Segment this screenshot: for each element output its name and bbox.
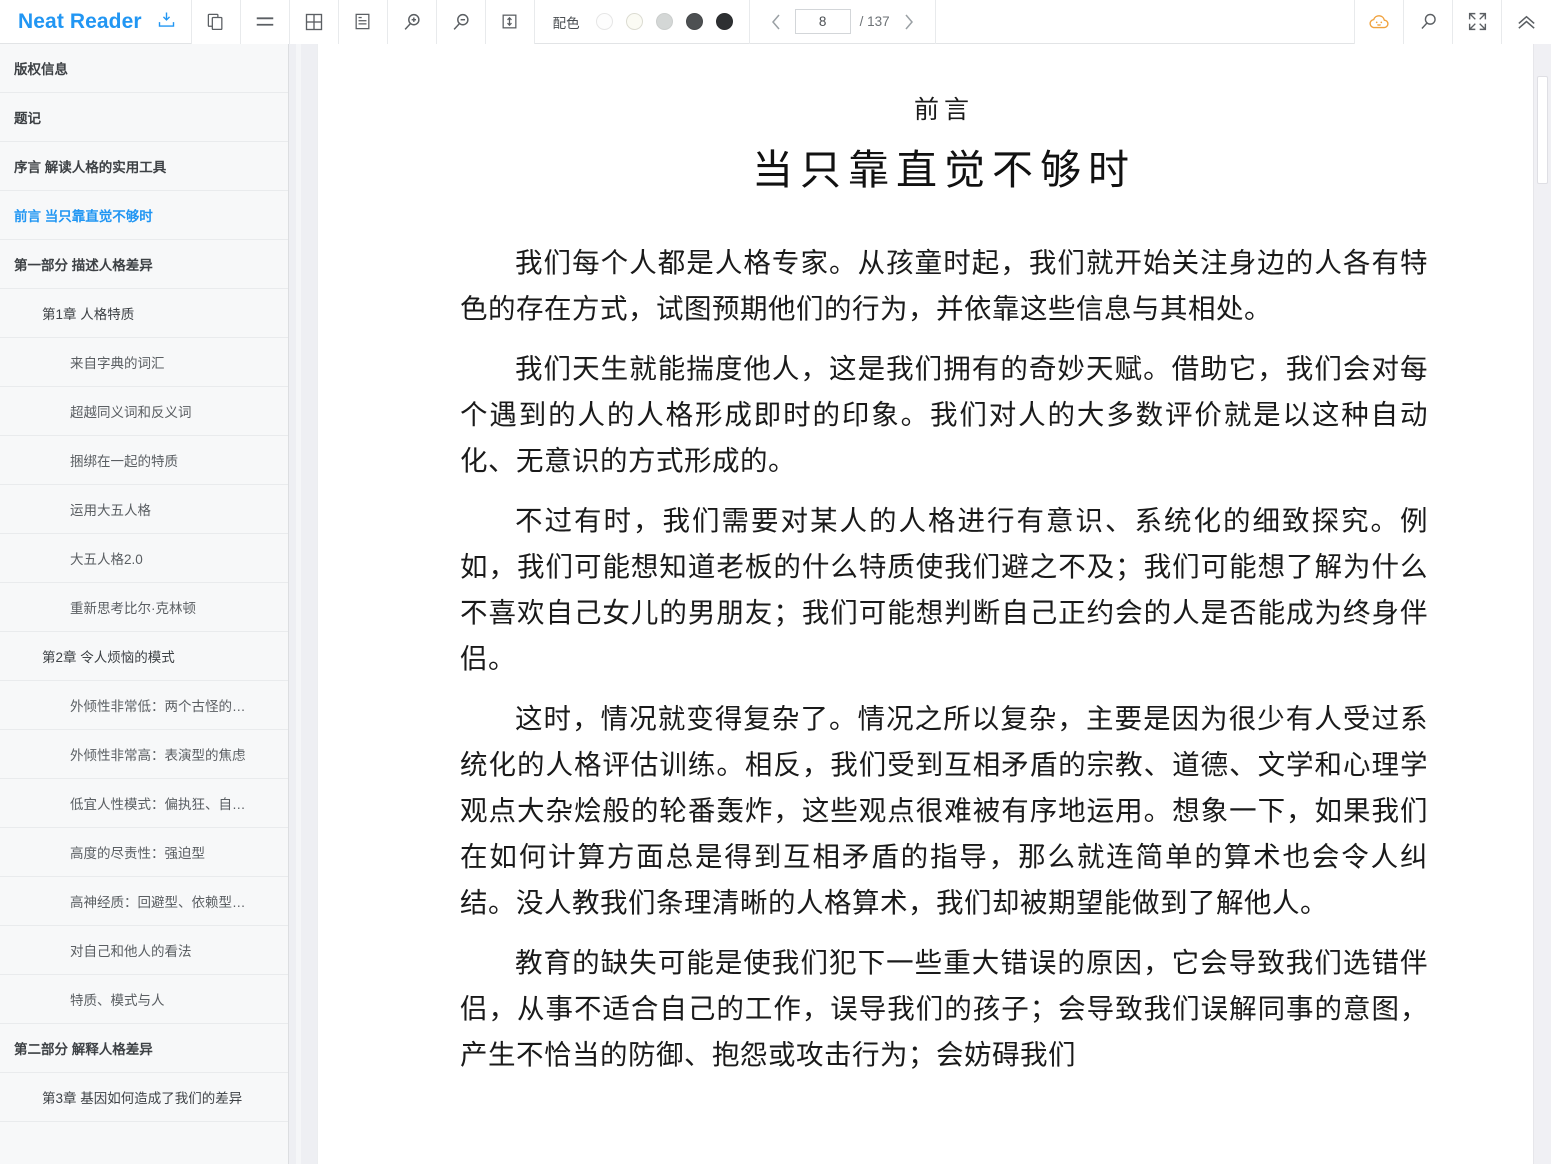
sidebar-item-label: 第一部分 描述人格差异 xyxy=(14,258,153,273)
page-total-label: / 137 xyxy=(859,14,890,29)
sidebar-item-label: 高神经质：回避型、依赖型… xyxy=(70,895,246,910)
book-page: 前言 当只靠直觉不够时 我们每个人都是人格专家。从孩童时起，我们就开始关注身边的… xyxy=(318,44,1533,1078)
sidebar-item-label: 题记 xyxy=(14,111,41,126)
sidebar-item-label: 第1章 人格特质 xyxy=(42,307,135,322)
sidebar-item-21[interactable]: 第3章 基因如何造成了我们的差异 xyxy=(0,1073,288,1122)
sidebar-item-18[interactable]: 对自己和他人的看法 xyxy=(0,926,288,975)
sidebar-item-label: 重新思考比尔·克林顿 xyxy=(70,601,196,616)
collapse-arrows-icon[interactable] xyxy=(1453,0,1502,44)
color-scheme-label: 配色 xyxy=(552,15,580,31)
sidebar-item-2[interactable]: 序言 解读人格的实用工具 xyxy=(0,142,288,191)
line-height-icon[interactable] xyxy=(485,0,535,44)
swatch-white[interactable] xyxy=(595,13,613,30)
sidebar-item-label: 外倾性非常低：两个古怪的… xyxy=(70,699,246,714)
copy-pages-icon[interactable] xyxy=(191,0,241,44)
vertical-scrollbar[interactable] xyxy=(1533,44,1551,1164)
sidebar-item-label: 序言 解读人格的实用工具 xyxy=(14,160,167,175)
sidebar-item-11[interactable]: 重新思考比尔·克林顿 xyxy=(0,583,288,632)
sidebar-item-19[interactable]: 特质、模式与人 xyxy=(0,975,288,1024)
sidebar-item-label: 第3章 基因如何造成了我们的差异 xyxy=(42,1091,243,1106)
sidebar-item-8[interactable]: 捆绑在一起的特质 xyxy=(0,436,288,485)
prev-page-button[interactable] xyxy=(766,8,786,36)
zoom-out-icon[interactable] xyxy=(436,0,486,44)
brand-group: Neat Reader xyxy=(0,0,192,44)
sidebar-item-label: 前言 当只靠直觉不够时 xyxy=(14,209,153,224)
zoom-in-icon[interactable] xyxy=(387,0,437,44)
sidebar-item-label: 第2章 令人烦恼的模式 xyxy=(42,650,175,665)
toc-sidebar[interactable]: 版权信息题记序言 解读人格的实用工具 前言 当只靠直觉不够时 第一部分 描述人格差异… xyxy=(0,44,288,1164)
sidebar-item-15[interactable]: 低宜人性模式：偏执狂、自… xyxy=(0,779,288,828)
sidebar-item-label: 捆绑在一起的特质 xyxy=(70,454,178,469)
sidebar-item-17[interactable]: 高神经质：回避型、依赖型… xyxy=(0,877,288,926)
cloud-sync-icon[interactable] xyxy=(1355,0,1404,44)
menu-lines-icon[interactable] xyxy=(240,0,290,44)
sidebar-item-label: 超越同义词和反义词 xyxy=(70,405,192,420)
sidebar-item-16[interactable]: 高度的尽责性：强迫型 xyxy=(0,828,288,877)
swatch-dark-gray[interactable] xyxy=(685,13,703,30)
sidebar-item-1[interactable]: 题记 xyxy=(0,93,288,142)
toolbar-spacer xyxy=(936,0,1355,44)
sidebar-item-13[interactable]: 外倾性非常低：两个古怪的… xyxy=(0,681,288,730)
sidebar-item-20[interactable]: 第二部分 解释人格差异 xyxy=(0,1024,288,1073)
body-paragraph-1: 我们天生就能揣度他人，这是我们拥有的奇妙天赋。借助它，我们会对每个遇到的人的人格… xyxy=(460,353,1428,476)
pager-group: 8 / 137 xyxy=(750,0,936,44)
chapter-body: 我们每个人都是人格专家。从孩童时起，我们就开始关注身边的人各有特色的存在方式，试… xyxy=(460,240,1428,1078)
swatch-black[interactable] xyxy=(715,13,733,30)
render-artifact-text: 能想知道 xyxy=(602,551,716,582)
page-number-input[interactable]: 8 xyxy=(794,9,851,34)
sidebar-item-10[interactable]: 大五人格2.0 xyxy=(0,534,288,583)
sidebar-item-label: 外倾性非常高：表演型的焦虑 xyxy=(70,748,246,763)
body-paragraph-0: 我们每个人都是人格专家。从孩童时起，我们就开始关注身边的人各有特色的存在方式，试… xyxy=(460,247,1428,324)
sidebar-splitter[interactable] xyxy=(288,44,318,1164)
sidebar-item-12[interactable]: 第2章 令人烦恼的模式 xyxy=(0,632,288,681)
reader-pane: 前言 当只靠直觉不够时 我们每个人都是人格专家。从孩童时起，我们就开始关注身边的… xyxy=(318,44,1533,1164)
splitter-grip[interactable] xyxy=(296,44,301,1164)
sidebar-item-label: 版权信息 xyxy=(14,62,68,77)
sidebar-item-6[interactable]: 来自字典的词汇 xyxy=(0,338,288,387)
sidebar-item-4[interactable]: 第一部分 描述人格差异 xyxy=(0,240,288,289)
sidebar-item-3[interactable]: 前言 当只靠直觉不够时 xyxy=(0,191,288,240)
page-layout-icon[interactable] xyxy=(338,0,388,44)
sidebar-item-0[interactable]: 版权信息 xyxy=(0,44,288,93)
scrollbar-thumb[interactable] xyxy=(1537,76,1548,184)
body-paragraph-4: 教育的缺失可能是使我们犯下一些重大错误的原因，它会导致我们选错伴侣，从事不适合自… xyxy=(460,947,1428,1070)
sidebar-item-label: 特质、模式与人 xyxy=(70,993,165,1008)
swatch-cream[interactable] xyxy=(625,13,643,30)
chapter-title: 当只靠直觉不够时 xyxy=(752,147,1136,193)
sidebar-item-5[interactable]: 第1章 人格特质 xyxy=(0,289,288,338)
sidebar-item-label: 对自己和他人的看法 xyxy=(70,944,192,959)
sidebar-item-14[interactable]: 外倾性非常高：表演型的焦虑 xyxy=(0,730,288,779)
next-page-button[interactable] xyxy=(899,8,919,36)
chevron-double-up-icon[interactable] xyxy=(1502,0,1551,44)
chapter-kicker: 前言 xyxy=(913,97,974,124)
sidebar-item-9[interactable]: 运用大五人格 xyxy=(0,485,288,534)
sidebar-item-label: 高度的尽责性：强迫型 xyxy=(70,846,205,861)
save-to-library-icon[interactable] xyxy=(156,9,177,35)
sidebar-item-7[interactable]: 超越同义词和反义词 xyxy=(0,387,288,436)
sidebar-item-label: 来自字典的词汇 xyxy=(70,356,165,371)
color-scheme-group: 配色 xyxy=(535,0,750,44)
top-toolbar: Neat Reader 配色 8 / 137 xyxy=(0,0,1551,44)
sidebar-item-label: 第二部分 解释人格差异 xyxy=(14,1042,153,1057)
sidebar-item-label: 运用大五人格 xyxy=(70,503,151,518)
body-paragraph-2: 不过有时，我们需要对某人的人格进行有意识、系统化的细致探究。例如，我们可能想知道… xyxy=(460,498,1428,682)
body-paragraph-3: 这时，情况就变得复杂了。情况之所以复杂，主要是因为很少有人受过系统化的人格评估训… xyxy=(460,703,1428,918)
swatch-light-gray[interactable] xyxy=(655,13,673,30)
grid-layout-icon[interactable] xyxy=(289,0,339,44)
sidebar-item-label: 低宜人性模式：偏执狂、自… xyxy=(70,797,246,812)
app-title: Neat Reader xyxy=(18,9,142,33)
sidebar-item-label: 大五人格2.0 xyxy=(70,552,143,567)
search-icon[interactable] xyxy=(1404,0,1453,44)
